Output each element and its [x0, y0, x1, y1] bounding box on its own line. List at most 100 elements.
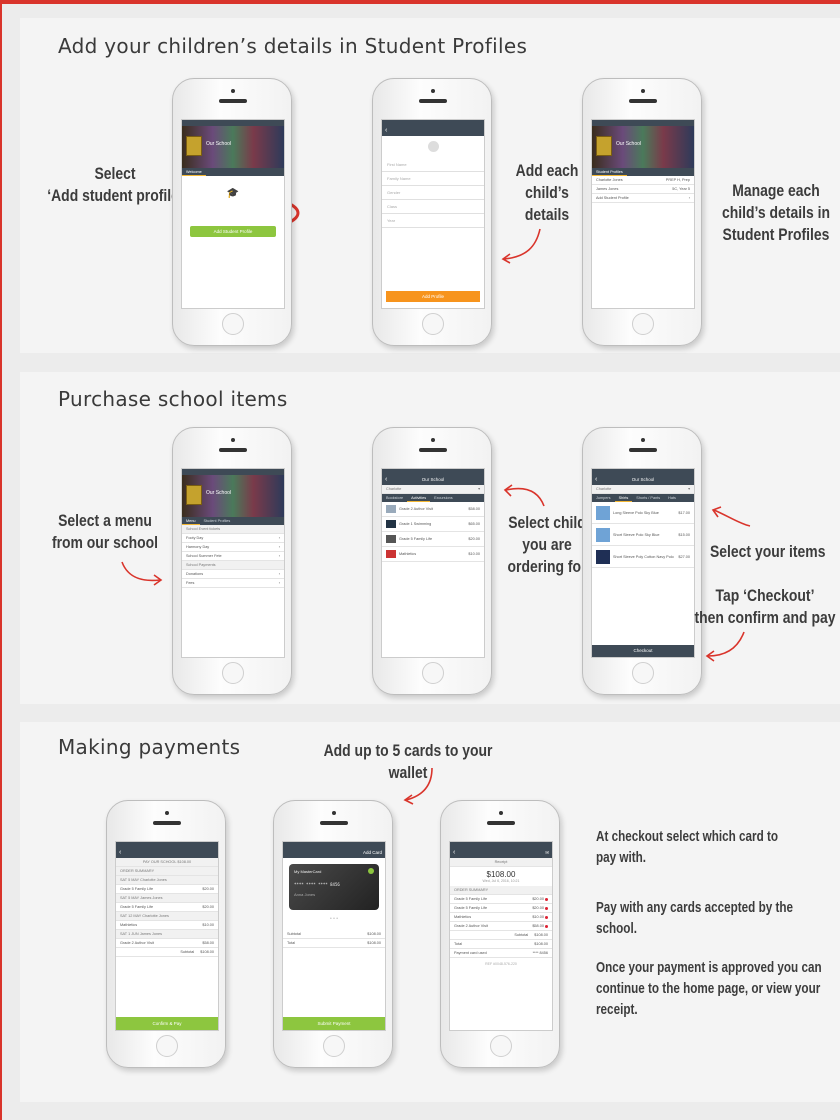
menu-item-footy-day[interactable]: Footy Day › [182, 534, 284, 543]
graduation-cap-icon: 🎓 [226, 188, 240, 199]
first-name-field[interactable]: First Name [382, 158, 484, 172]
phone-pay: ‹ PAY OUR SCHOOL $108.00 ORDER SUMMARY S… [106, 800, 226, 1068]
back-icon[interactable]: ‹ [385, 475, 387, 485]
activity-author-visit[interactable]: Grade 2 Author Visit $58.00 [382, 502, 484, 517]
tab-excursions[interactable]: Excursions [430, 494, 457, 502]
tab-student-profiles[interactable]: Student Profiles [592, 168, 627, 176]
add-student-profile-button[interactable]: Add Student Profile [190, 226, 276, 237]
profile-row-james[interactable]: James Jones 5C, Year 5 [592, 185, 694, 194]
tab-student-profiles[interactable]: Student Profiles [200, 517, 235, 525]
home-button[interactable] [422, 313, 444, 335]
order-summary-label: ORDER SUMMARY [116, 867, 218, 876]
receipt-card-used: Payment card used **** 8456 [450, 949, 552, 958]
receipt-date: Wed, Jul 6, 2016, 10:21 [482, 879, 520, 883]
uniform-item-navy-polo[interactable]: Short Sleeve Poly Cotton Navy Polo $27.00 [592, 546, 694, 568]
note-manage-each: Manage each child’s details in Student P… [722, 181, 830, 244]
screen-pay: ‹ PAY OUR SCHOOL $108.00 ORDER SUMMARY S… [115, 841, 219, 1031]
menu-item-harmony-day[interactable]: Harmony Day › [182, 543, 284, 552]
home-button[interactable] [222, 662, 244, 684]
activity-family-life[interactable]: Grade 5 Family Life $20.00 [382, 532, 484, 547]
home-button[interactable] [490, 1035, 512, 1057]
home-button[interactable] [632, 662, 654, 684]
menu-item-summer-fete[interactable]: School Summer Fete › [182, 552, 284, 561]
receipt-line: Grade 5 Family Life $20.00 [450, 895, 552, 904]
family-name-field[interactable]: Family Name [382, 172, 484, 186]
menu-header-event-tickets: School Event tickets [182, 525, 284, 534]
activity-mathletics[interactable]: Mathletics $10.00 [382, 547, 484, 562]
card-holder: Anna Jones [294, 892, 316, 897]
year-field[interactable]: Year [382, 214, 484, 228]
home-button[interactable] [156, 1035, 178, 1057]
uniform-item-long-sleeve[interactable]: Long Sleeve Polo Sky Blue $17.00 [592, 502, 694, 524]
note-select-items: Select your items [710, 542, 826, 561]
class-field[interactable]: Class [382, 200, 484, 214]
uniform-item-short-sleeve[interactable]: Short Sleeve Polo Sky Blue $15.00 [592, 524, 694, 546]
receipt-line: Grade 5 Family Life $20.00 [450, 904, 552, 913]
menu-item-fees[interactable]: Fees › [182, 579, 284, 588]
add-student-profile-row[interactable]: Add Student Profile › [592, 194, 694, 203]
school-name: Our School [206, 141, 232, 147]
child-selector[interactable]: Charlotte ▾ [382, 485, 484, 494]
tab-bookstore[interactable]: Bookstore [382, 494, 407, 502]
note-select-menu: Select a menu from our school [51, 511, 159, 552]
tab-shirts[interactable]: Shirts [614, 494, 633, 502]
payments-text-1: At checkout select which card to pay wit… [596, 828, 779, 866]
add-profile-button[interactable]: Add Profile [386, 291, 480, 302]
back-icon[interactable]: ‹ [119, 848, 121, 858]
note-select-add-profile: Select ‘Add student profile’ [47, 164, 183, 205]
home-button[interactable] [323, 1035, 345, 1057]
profile-row-charlotte[interactable]: Charlotte Jones PREP H, Prep [592, 176, 694, 185]
home-button[interactable] [222, 313, 244, 335]
screen-uniform: ‹ Our School Charlotte ▾ Jumpers Shirts Shor… [591, 468, 695, 658]
phone-add-profile: ‹ First Name Family Name Gender Class Ye… [372, 78, 492, 346]
home-button[interactable] [422, 662, 444, 684]
add-card-link[interactable]: Add Card [363, 848, 382, 858]
order-line-date: SAT 1 JUN James Jones [116, 930, 218, 939]
credit-card[interactable]: My MasterCard **** **** **** 8456 Anna J… [289, 864, 379, 910]
screen-add-profile: ‹ First Name Family Name Gender Class Ye… [381, 119, 485, 309]
back-icon[interactable]: ‹ [595, 475, 597, 485]
payments-text-2: Pay with any cards accepted by the schoo… [596, 899, 794, 937]
screen-menu: Our School Menu Student Profiles School E… [181, 468, 285, 658]
submit-payment-button[interactable]: Submit Payment [283, 1017, 385, 1030]
mail-icon[interactable]: ✉ [545, 848, 549, 858]
order-line: Grade 2 Author Visit $58.00 [116, 939, 218, 948]
gender-field[interactable]: Gender [382, 186, 484, 200]
school-name: Our School [206, 490, 232, 496]
tab-welcome[interactable]: Welcome [182, 168, 206, 176]
tab-shorts-pants[interactable]: Shorts / Pants [632, 494, 664, 502]
menu-item-donations[interactable]: Donations › [182, 570, 284, 579]
confirm-pay-button[interactable]: Confirm & Pay [116, 1017, 218, 1030]
activity-swimming[interactable]: Grade 1 Swimming $65.00 [382, 517, 484, 532]
arrow-add-each [501, 228, 541, 264]
phone-uniform: ‹ Our School Charlotte ▾ Jumpers Shirts Shor… [582, 427, 702, 695]
note-tap-checkout: Tap ‘Checkout’ then confirm and pay [694, 586, 836, 627]
school-crest-icon [186, 485, 202, 505]
arrow-select-items [711, 506, 751, 527]
receipt-label: Receipt [450, 858, 552, 867]
avatar-placeholder-icon[interactable] [427, 141, 439, 152]
card-number: **** **** **** 8456 [294, 882, 340, 887]
checkout-button[interactable]: Checkout [592, 645, 694, 657]
tab-hats[interactable]: Hats [664, 494, 680, 502]
phone-student-profiles: Our School Student Profiles Charlotte Jo… [582, 78, 702, 346]
arrow-select-menu [121, 561, 163, 586]
phone-activities: ‹ Our School Charlotte ▾ Bookstore Activiti… [372, 427, 492, 695]
section-title-payments: Making payments [58, 735, 241, 759]
school-crest-icon [596, 136, 612, 156]
tab-jumpers[interactable]: Jumpers [592, 494, 615, 502]
back-icon[interactable]: ‹ [453, 848, 455, 858]
order-line-date: SAT 5 MAY James Jones [116, 894, 218, 903]
receipt-ref: REF #0048-576-220 [485, 962, 517, 966]
child-selector[interactable]: Charlotte ▾ [592, 485, 694, 494]
note-select-child: Select child you are ordering for [507, 513, 587, 576]
receipt-line: Grade 2 Author Visit $58.00 [450, 922, 552, 931]
tab-menu[interactable]: Menu [182, 517, 200, 525]
phone-welcome: Our School Welcome 🎓 Add Student Profile [172, 78, 292, 346]
section-title-profiles: Add your children’s details in Student P… [58, 34, 528, 58]
card-name: My MasterCard [294, 869, 322, 874]
tab-activities[interactable]: Activities [407, 494, 431, 502]
back-icon[interactable]: ‹ [385, 126, 387, 136]
home-button[interactable] [632, 313, 654, 335]
card-selected-icon [368, 868, 374, 874]
